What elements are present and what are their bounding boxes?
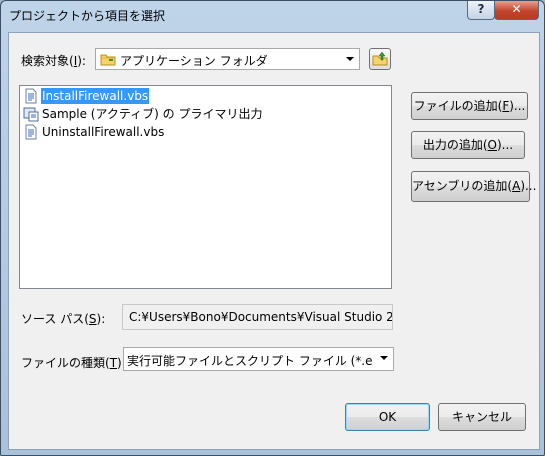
up-folder-icon bbox=[372, 51, 388, 70]
script-file-icon bbox=[23, 124, 39, 140]
source-path-field[interactable]: C:¥Users¥Bono¥Documents¥Visual Studio 20 bbox=[122, 304, 393, 330]
cancel-button[interactable]: キャンセル bbox=[438, 403, 526, 431]
script-file-icon bbox=[23, 88, 39, 104]
file-name: InstallFirewall.vbs bbox=[41, 88, 150, 104]
title-bar[interactable]: プロジェクトから項目を選択 ? ✕ bbox=[1, 1, 544, 27]
file-type-value: 実行可能ファイルとスクリプト ファイル (*.e bbox=[127, 354, 373, 368]
file-name: Sample (アクティブ) の プライマリ出力 bbox=[42, 107, 263, 121]
source-path-label: ソース パス(S): bbox=[21, 312, 106, 326]
add-assembly-button[interactable]: アセンブリの追加(A)... bbox=[411, 171, 536, 202]
add-output-button[interactable]: 出力の追加(O)... bbox=[411, 131, 525, 159]
chevron-down-icon bbox=[343, 52, 357, 66]
close-icon: ✕ bbox=[511, 2, 522, 16]
folder-icon bbox=[100, 52, 116, 66]
file-list[interactable]: InstallFirewall.vbs Sample (アクティブ) の プライ… bbox=[19, 85, 392, 289]
help-button[interactable]: ? bbox=[467, 1, 495, 20]
file-type-dropdown[interactable]: 実行可能ファイルとスクリプト ファイル (*.e bbox=[123, 347, 394, 371]
dialog-window: プロジェクトから項目を選択 ? ✕ 検索対象(I): アプリケーション フォルダ bbox=[0, 0, 545, 456]
add-file-button[interactable]: ファイルの追加(F)... bbox=[411, 92, 528, 120]
ok-button[interactable]: OK bbox=[345, 403, 430, 431]
chevron-down-icon bbox=[377, 351, 391, 365]
file-type-label: ファイルの種類(T) bbox=[21, 356, 122, 370]
project-output-icon bbox=[23, 106, 39, 122]
lookin-label: 検索対象(I): bbox=[21, 54, 86, 68]
lookin-value: アプリケーション フォルダ bbox=[120, 54, 268, 68]
file-name: UninstallFirewall.vbs bbox=[42, 125, 165, 139]
lookin-dropdown[interactable]: アプリケーション フォルダ bbox=[95, 48, 360, 70]
up-folder-button[interactable] bbox=[369, 48, 391, 70]
window-title: プロジェクトから項目を選択 bbox=[9, 9, 166, 23]
help-icon: ? bbox=[477, 2, 485, 16]
dialog-client-area: 検索対象(I): アプリケーション フォルダ InstallFirewall.v… bbox=[8, 32, 540, 450]
close-button[interactable]: ✕ bbox=[494, 1, 539, 20]
